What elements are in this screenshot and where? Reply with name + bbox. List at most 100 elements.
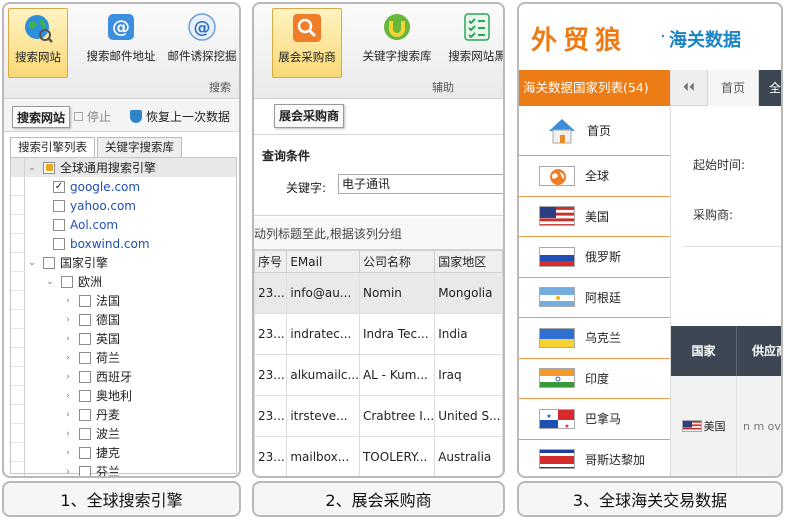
- double-chevron-left-icon[interactable]: ⏴⏴: [683, 80, 695, 95]
- tree-node-country-item[interactable]: › 奥地利: [11, 386, 236, 405]
- tab-keyword-library[interactable]: 关键字搜索库: [97, 137, 182, 157]
- chevron-right-icon[interactable]: ›: [63, 448, 73, 458]
- country-nav-item[interactable]: 阿根廷: [519, 278, 670, 318]
- engine-checkbox[interactable]: [53, 237, 65, 250]
- country-nav-item[interactable]: 印度: [519, 359, 670, 399]
- country-item-checkbox[interactable]: [79, 332, 91, 345]
- chevron-right-icon[interactable]: ›: [63, 315, 73, 325]
- col-header-email[interactable]: EMail: [286, 250, 360, 273]
- tab-engine-list[interactable]: 搜索引擎列表: [10, 137, 95, 157]
- chevron-right-icon[interactable]: ›: [63, 372, 73, 382]
- chevron-down-icon[interactable]: ⌄: [27, 163, 37, 173]
- tree-node-country-item[interactable]: › 丹麦: [11, 405, 236, 424]
- stop-button[interactable]: 停止: [74, 106, 111, 128]
- table-row[interactable]: 23... info@au... Nomin Mongolia: [254, 272, 503, 314]
- country-nav-item[interactable]: ★ ★ 巴拿马: [519, 399, 670, 440]
- chevron-right-icon[interactable]: ›: [63, 334, 73, 344]
- chevron-down-icon[interactable]: ⌄: [27, 258, 37, 268]
- keyword-library-button[interactable]: 关键字搜索库: [356, 8, 438, 78]
- country-item-checkbox[interactable]: [79, 427, 91, 440]
- col-header-country[interactable]: 国家地区: [434, 250, 503, 273]
- country-nav-item[interactable]: 美国: [519, 197, 670, 237]
- col-header-company[interactable]: 公司名称: [358, 250, 436, 273]
- country-item-checkbox[interactable]: [79, 465, 91, 476]
- country-nav-item[interactable]: 乌克兰: [519, 318, 670, 359]
- tab-strip: 搜索引擎列表 关键字搜索库: [10, 137, 184, 157]
- india-flag-icon: [539, 368, 575, 389]
- country-item-checkbox[interactable]: [79, 370, 91, 383]
- search-email-button[interactable]: @ 搜索邮件地址: [82, 8, 160, 78]
- cell-country: Australia: [434, 436, 503, 476]
- chevron-right-icon[interactable]: ›: [63, 296, 73, 306]
- country-nav-item[interactable]: 俄罗斯: [519, 237, 670, 278]
- tree-node-country-item[interactable]: › 英国: [11, 329, 236, 348]
- chevron-right-icon[interactable]: ›: [63, 391, 73, 401]
- email-mining-button[interactable]: @ 邮件诱探挖掘: [164, 8, 239, 78]
- panel-title[interactable]: 展会采购商: [274, 104, 345, 128]
- col-header-index[interactable]: 序号: [254, 250, 288, 273]
- col-header-country[interactable]: 国家: [671, 326, 737, 376]
- country-nav-item[interactable]: 首页: [519, 106, 670, 156]
- tab-active[interactable]: 全: [759, 70, 781, 106]
- search-website-button[interactable]: 搜索网站: [8, 8, 68, 78]
- tree-node-engine[interactable]: yahoo.com: [11, 196, 236, 215]
- search-blacklist-button[interactable]: 搜索网站黑: [442, 8, 503, 78]
- customs-data-panel: 外贸狼 · 海关数据 海关数据国家列表(54) 首页 全球 美国 俄罗斯 阿根廷 乌克兰印…: [517, 2, 783, 478]
- table-row[interactable]: 23... alkumailc... AL - Kum... Iraq: [254, 354, 503, 396]
- chevron-right-icon[interactable]: ›: [63, 429, 73, 439]
- chevron-right-icon[interactable]: ›: [63, 410, 73, 420]
- country-nav-item[interactable]: 全球: [519, 156, 670, 197]
- tree-node-country[interactable]: ⌄ 国家引擎: [11, 253, 236, 272]
- tree-node-europe[interactable]: ⌄ 欧洲: [11, 272, 236, 291]
- tree-node-country-item[interactable]: › 德国: [11, 310, 236, 329]
- chevron-down-icon[interactable]: ⌄: [45, 277, 55, 287]
- content-pane: ⏴⏴ 首页 全 起始时间: 采购商: 国家 供应商 美国 n m ove: [670, 70, 781, 476]
- country-item-label: 丹麦: [96, 408, 121, 422]
- tree-label: 全球通用搜索引擎: [60, 161, 157, 175]
- country-nav-label: 巴拿马: [585, 412, 622, 427]
- table-row[interactable]: 23... itrsteve... Crabtree I... United S...: [254, 395, 503, 437]
- country-checkbox[interactable]: [43, 256, 55, 269]
- search-site-button[interactable]: 搜索网站: [12, 106, 71, 128]
- country-item-label: 荷兰: [96, 351, 121, 365]
- country-item-checkbox[interactable]: [79, 389, 91, 402]
- tree-node-country-item[interactable]: › 荷兰: [11, 348, 236, 367]
- trade-show-buyers-button[interactable]: 展会采购商: [272, 8, 342, 78]
- country-item-checkbox[interactable]: [79, 351, 91, 364]
- country-item-checkbox[interactable]: [79, 294, 91, 307]
- global-checkbox[interactable]: [43, 161, 55, 174]
- tree-node-country-item[interactable]: › 波兰: [11, 424, 236, 443]
- cell-country: India: [434, 313, 503, 355]
- europe-checkbox[interactable]: [61, 275, 73, 288]
- country-item-label: 捷克: [96, 446, 121, 460]
- table-row[interactable]: 23... mailbox... TOOLERY... Australia: [254, 436, 503, 476]
- chevron-right-icon[interactable]: ›: [63, 353, 73, 363]
- tree-node-country-item[interactable]: › 芬兰: [11, 462, 236, 477]
- tree-node-engine[interactable]: ✓ google.com: [11, 177, 236, 196]
- engine-checkbox-checked[interactable]: ✓: [53, 180, 65, 193]
- tree-node-country-item[interactable]: › 捷克: [11, 443, 236, 462]
- russia-flag-icon: [539, 246, 575, 267]
- col-header-supplier[interactable]: 供应商: [738, 326, 781, 376]
- country-nav-label: 阿根廷: [585, 290, 622, 305]
- table-row[interactable]: 23... indratec... Indra Tec... India: [254, 313, 503, 355]
- country-item-checkbox[interactable]: [79, 446, 91, 459]
- tab-home[interactable]: 首页: [707, 70, 759, 106]
- chevron-right-icon[interactable]: ›: [63, 467, 73, 477]
- country-item-checkbox[interactable]: [79, 408, 91, 421]
- country-item-checkbox[interactable]: [79, 313, 91, 326]
- country-nav-item[interactable]: 哥斯达黎加: [519, 440, 670, 477]
- tree-node-country-item[interactable]: › 法国: [11, 291, 236, 310]
- tree-node-engine[interactable]: Aol.com: [11, 215, 236, 234]
- country-list-title: 海关数据国家列表(54): [519, 70, 670, 106]
- tree-node-engine[interactable]: boxwind.com: [11, 234, 236, 253]
- restore-button[interactable]: 恢复上一次数据: [130, 106, 230, 128]
- engine-checkbox[interactable]: [53, 199, 65, 212]
- row-gutter: [11, 291, 25, 310]
- keyword-input[interactable]: 电子通讯: [338, 174, 503, 194]
- table-row[interactable]: 美国 n m ove: [671, 376, 781, 476]
- engine-checkbox[interactable]: [53, 218, 65, 231]
- tree-node-country-item[interactable]: › 西班牙: [11, 367, 236, 386]
- tree-node-global[interactable]: ⌄ 全球通用搜索引擎: [11, 158, 236, 177]
- country-list: › 法国 › 德国 › 英国 › 荷兰 › 西班牙 › 奥地利 › 丹麦 › 波兰 › 捷克 › 芬兰: [11, 291, 236, 477]
